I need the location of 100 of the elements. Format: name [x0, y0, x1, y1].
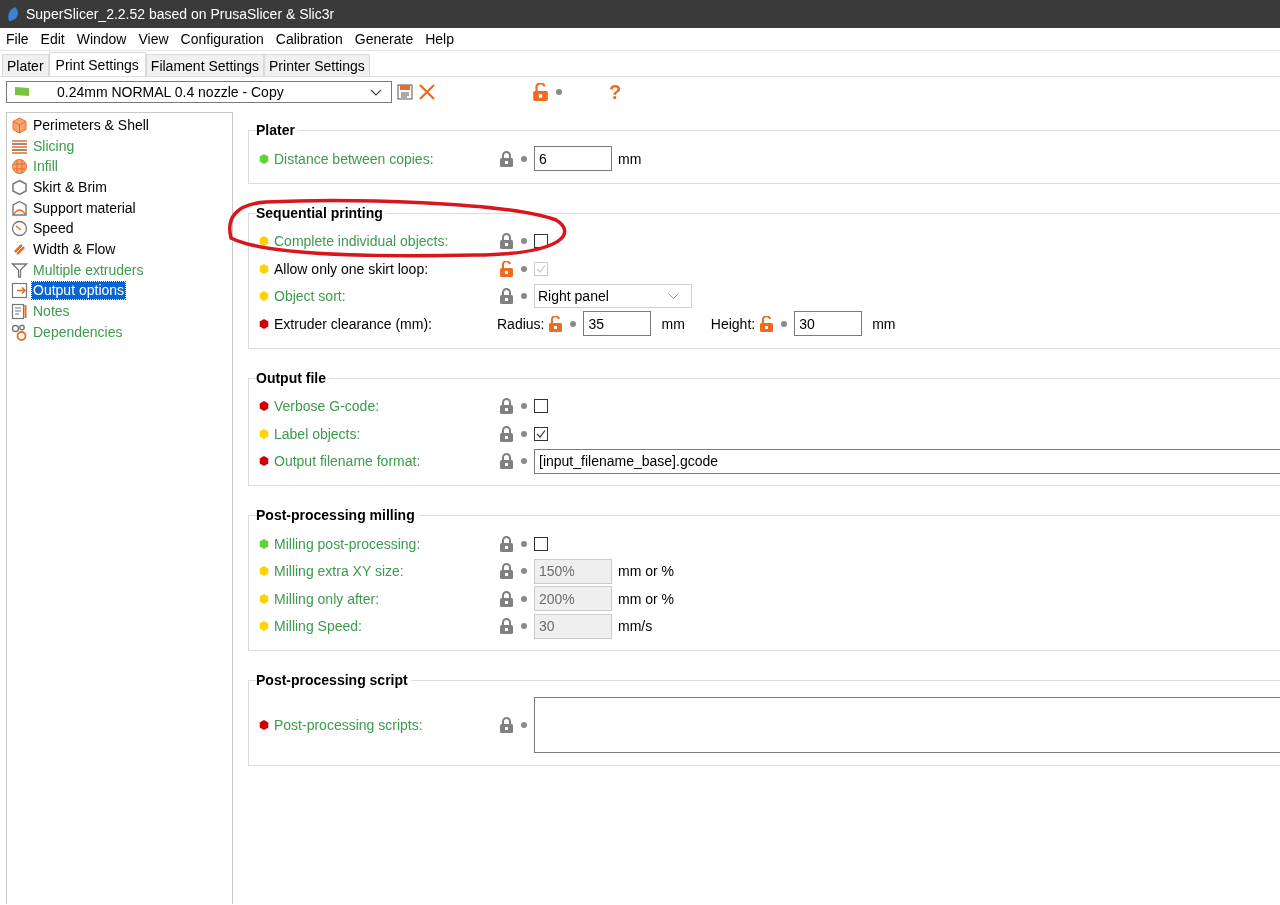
lock-icon[interactable] — [499, 717, 514, 733]
option-label: Extruder clearance (mm): — [274, 315, 432, 332]
tab[interactable]: Printer Settings — [264, 54, 370, 76]
notes-icon — [11, 303, 28, 321]
status-dot — [521, 293, 527, 300]
option-label: Label objects: — [274, 425, 361, 442]
checkbox[interactable] — [534, 234, 548, 249]
input-field[interactable]: 6 — [534, 146, 612, 172]
dropdown[interactable]: Right panel — [534, 284, 692, 309]
lock-icon[interactable] — [499, 535, 514, 552]
tab[interactable]: Filament Settings — [145, 54, 264, 76]
field-label: Radius: — [497, 315, 545, 332]
save-icon[interactable] — [396, 83, 414, 101]
tab[interactable]: Plater — [2, 54, 49, 76]
export-icon — [11, 282, 28, 300]
sidebar-item[interactable]: Dependencies — [32, 323, 124, 341]
sidebar-item[interactable]: Slicing — [32, 137, 76, 155]
nodes-icon — [11, 323, 28, 341]
status-dot — [521, 458, 527, 465]
option-label: Post-processing scripts: — [274, 717, 423, 733]
status-dot — [521, 265, 527, 272]
sidebar-item[interactable]: Width & Flow — [32, 240, 117, 258]
section-title: Post-processing script — [256, 672, 411, 689]
option-label: Output filename format: — [274, 453, 421, 470]
sidebar-item[interactable]: Notes — [32, 303, 71, 321]
lock-icon[interactable] — [499, 150, 514, 167]
unit-label: mm/s — [618, 618, 653, 635]
unlocked-lock-icon[interactable] — [759, 315, 775, 332]
option-label: Milling only after: — [274, 590, 380, 607]
tab[interactable]: Print Settings — [48, 52, 146, 76]
section-title: Output file — [256, 369, 329, 387]
checkbox[interactable] — [534, 399, 548, 414]
window-title: SuperSlicer_2.2.52 based on PrusaSlicer & Slic3r — [26, 6, 335, 22]
hexagon-icon — [11, 178, 28, 196]
text-area[interactable] — [534, 697, 1280, 753]
option-label: Distance between copies: — [274, 150, 434, 167]
lock-icon[interactable] — [499, 233, 514, 250]
sidebar-item[interactable]: Speed — [32, 220, 75, 238]
unlocked-lock-icon[interactable] — [532, 83, 549, 101]
infill-icon — [11, 158, 28, 176]
status-dot — [521, 568, 527, 575]
lock-icon[interactable] — [499, 453, 514, 470]
menu-item[interactable]: Configuration — [180, 31, 264, 47]
menu-item[interactable]: Generate — [354, 31, 414, 47]
app-logo-icon — [6, 6, 20, 22]
checked-checkbox[interactable] — [534, 426, 548, 441]
status-dot — [521, 623, 527, 630]
option-label: Milling Speed: — [274, 618, 362, 635]
close-icon[interactable] — [418, 83, 436, 101]
menu-item[interactable]: File — [6, 31, 29, 47]
unit-label: mm — [661, 315, 685, 332]
option-label: Milling extra XY size: — [274, 563, 404, 580]
field-label: Height: — [710, 315, 756, 332]
preset-dropdown[interactable]: 0.24mm NORMAL 0.4 nozzle - Copy — [6, 81, 392, 103]
menu-item[interactable]: View — [138, 31, 169, 47]
menu-item[interactable]: Help — [425, 31, 454, 47]
sidebar-item[interactable]: Support material — [32, 199, 137, 217]
cube-icon — [11, 116, 28, 134]
option-label: Verbose G-code: — [274, 398, 380, 415]
status-dot — [521, 403, 527, 410]
menu-item[interactable]: Window — [76, 31, 127, 47]
status-dot — [781, 320, 788, 327]
gauge-icon — [11, 220, 28, 238]
lock-icon[interactable] — [499, 398, 514, 415]
option-label: Allow only one skirt loop: — [274, 260, 429, 277]
status-dot — [570, 320, 577, 327]
unit-label: mm or % — [618, 590, 674, 607]
input-field[interactable]: 30 — [794, 311, 863, 337]
menu-item[interactable]: Edit — [40, 31, 65, 47]
menu-item[interactable]: Calibration — [275, 31, 343, 47]
checkbox[interactable] — [534, 536, 548, 551]
support-icon — [11, 199, 28, 217]
option-label: Milling post-processing: — [274, 535, 421, 552]
option-label: Object sort: — [274, 288, 346, 305]
option-label: Complete individual objects: — [274, 233, 449, 250]
lock-icon[interactable] — [499, 288, 514, 305]
sidebar-item[interactable]: Perimeters & Shell — [32, 116, 150, 134]
status-dot — [556, 89, 562, 95]
chevron-down-icon — [668, 293, 679, 300]
sidebar-item[interactable]: Output options — [32, 282, 126, 300]
unit-label: mm — [872, 315, 896, 332]
unlocked-lock-icon[interactable] — [548, 315, 564, 332]
funnel-icon — [11, 261, 28, 279]
lock-icon[interactable] — [499, 425, 514, 442]
input-field[interactable]: 35 — [583, 311, 652, 337]
sidebar-item[interactable]: Multiple extruders — [32, 261, 145, 279]
section-title: Post-processing milling — [256, 507, 418, 524]
input-field[interactable]: [input_filename_base].gcode — [534, 448, 1280, 474]
unit-label: mm — [618, 150, 642, 167]
status-dot — [521, 722, 527, 728]
status-dot — [521, 540, 527, 547]
status-dot — [521, 238, 527, 245]
layers-icon — [11, 137, 28, 155]
unit-label: mm or % — [618, 563, 674, 580]
status-dot — [521, 155, 527, 162]
sidebar-item[interactable]: Infill — [32, 158, 59, 176]
status-dot — [521, 595, 527, 602]
section-title: Sequential printing — [256, 204, 386, 222]
status-dot — [521, 430, 527, 437]
sidebar-item[interactable]: Skirt & Brim — [32, 178, 108, 196]
